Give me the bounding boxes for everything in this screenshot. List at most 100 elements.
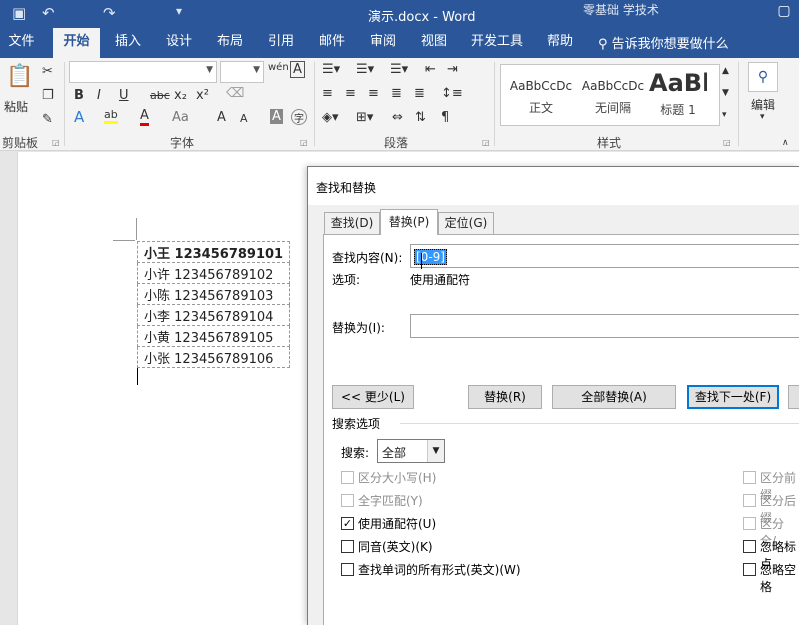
font-name-combo[interactable]: ▼	[69, 61, 217, 83]
chinese-layout-icon[interactable]: ⇔	[392, 110, 403, 125]
collapse-ribbon-icon[interactable]: ∧	[782, 138, 789, 148]
show-marks-icon[interactable]: ¶	[441, 110, 449, 125]
replace-with-input[interactable]	[410, 314, 799, 338]
tell-me-box[interactable]: ⚲ 告诉我你想要做什么	[598, 33, 729, 52]
font-size-combo[interactable]: ▼	[220, 61, 264, 83]
table-cell[interactable]: 小张 123456789106	[136, 346, 291, 368]
clear-format-icon[interactable]: ⌫	[226, 86, 244, 101]
less-button[interactable]: << 更少(L)	[332, 385, 414, 409]
subscript-button[interactable]: x₂	[174, 88, 187, 103]
word-forms-checkbox[interactable]	[341, 563, 354, 576]
phonetic-guide-icon[interactable]: wén	[268, 62, 289, 73]
table-cell[interactable]: 小黄 123456789105	[136, 325, 291, 347]
match-width-checkbox[interactable]	[743, 517, 756, 530]
styles-scroll-up-icon[interactable]: ▲	[722, 66, 729, 76]
font-launcher-icon[interactable]: ◲	[300, 138, 308, 147]
save-icon[interactable]: ▣	[12, 4, 26, 22]
tab-design[interactable]: 设计	[157, 28, 201, 58]
document-table[interactable]: 小王 123456789101 小许 123456789102 小陈 12345…	[136, 241, 291, 368]
tab-goto[interactable]: 定位(G)	[438, 212, 494, 234]
match-suffix-checkbox[interactable]	[743, 494, 756, 507]
cancel-button[interactable]	[788, 385, 799, 409]
restore-ribbon-icon[interactable]: ▢	[773, 3, 795, 21]
justify-icon[interactable]: ≣	[391, 86, 402, 101]
editing-button[interactable]: 编辑	[751, 96, 775, 113]
char-border-icon[interactable]: A	[290, 61, 305, 78]
tab-references[interactable]: 引用	[259, 28, 303, 58]
align-left-icon[interactable]: ≡	[322, 86, 333, 101]
table-cell[interactable]: 小王 123456789101	[136, 241, 291, 263]
match-prefix-checkbox[interactable]	[743, 471, 756, 484]
tab-file[interactable]: 文件	[0, 28, 43, 58]
char-shading-icon[interactable]: A	[270, 109, 283, 124]
tab-replace[interactable]: 替换(P)	[380, 209, 438, 235]
style-normal[interactable]: AaBbCcDc 正文	[505, 69, 577, 125]
ignore-whitespace-checkbox[interactable]	[743, 563, 756, 576]
increase-indent-icon[interactable]: ⇥	[447, 62, 458, 77]
ignore-punctuation-checkbox[interactable]	[743, 540, 756, 553]
tab-help[interactable]: 帮助	[538, 28, 582, 58]
table-cell[interactable]: 小陈 123456789103	[136, 283, 291, 305]
borders-icon[interactable]: ⊞▾	[356, 110, 373, 125]
find-what-input[interactable]: [0-9]	[410, 244, 799, 269]
decrease-indent-icon[interactable]: ⇤	[425, 62, 436, 77]
style-heading-1[interactable]: AaBl 标题 1	[649, 69, 707, 125]
strikethrough-button[interactable]: abc	[150, 89, 170, 102]
tab-view[interactable]: 视图	[412, 28, 456, 58]
underline-button[interactable]: U	[119, 88, 129, 103]
change-case-button[interactable]: Aa	[172, 110, 189, 125]
tab-home[interactable]: 开始	[53, 28, 100, 58]
align-center-icon[interactable]: ≡	[345, 86, 356, 101]
customize-quick-access-icon[interactable]: ▾	[176, 4, 182, 18]
highlight-icon[interactable]: ab	[104, 108, 118, 124]
bold-button[interactable]: B	[74, 88, 84, 103]
redo-icon[interactable]: ↷	[103, 4, 116, 22]
clipboard-launcher-icon[interactable]: ◲	[52, 138, 60, 147]
enclose-char-icon[interactable]: 字	[291, 109, 307, 125]
grow-font-button[interactable]: A	[217, 110, 226, 125]
format-painter-icon[interactable]: ✎	[42, 112, 53, 127]
superscript-button[interactable]: x²	[196, 88, 209, 103]
tab-developer[interactable]: 开发工具	[466, 28, 528, 58]
table-cell[interactable]: 小许 123456789102	[136, 262, 291, 284]
tab-insert[interactable]: 插入	[106, 28, 150, 58]
sort-icon[interactable]: ⇅	[415, 110, 426, 125]
multilevel-list-icon[interactable]: ☰▾	[390, 62, 408, 77]
dialog-title-bar[interactable]: 查找和替换	[308, 167, 799, 205]
distributed-icon[interactable]: ≣	[414, 86, 425, 101]
line-spacing-icon[interactable]: ↕≡	[441, 86, 463, 101]
font-color-icon[interactable]: A	[140, 108, 149, 126]
align-right-icon[interactable]: ≡	[368, 86, 379, 101]
search-direction-select[interactable]: 全部 ▼	[377, 439, 445, 463]
bullets-icon[interactable]: ☰▾	[322, 62, 340, 77]
replace-all-button[interactable]: 全部替换(A)	[552, 385, 676, 409]
style-no-spacing[interactable]: AaBbCcDc 无间隔	[577, 69, 649, 125]
match-case-checkbox[interactable]	[341, 471, 354, 484]
copy-icon[interactable]: ❐	[42, 88, 54, 103]
paragraph-launcher-icon[interactable]: ◲	[482, 138, 490, 147]
tab-find[interactable]: 查找(D)	[324, 212, 380, 234]
styles-more-icon[interactable]: ▾	[722, 110, 727, 120]
find-next-button[interactable]: 查找下一处(F)	[687, 385, 779, 409]
paste-icon[interactable]: 📋	[6, 64, 33, 89]
replace-button[interactable]: 替换(R)	[468, 385, 542, 409]
paste-button[interactable]: 粘贴	[4, 98, 28, 115]
sounds-like-checkbox[interactable]	[341, 540, 354, 553]
italic-button[interactable]: I	[97, 88, 101, 103]
table-cell[interactable]: 小李 123456789104	[136, 304, 291, 326]
find-icon[interactable]: ⚲	[748, 62, 778, 92]
cut-icon[interactable]: ✂	[42, 64, 53, 79]
whole-word-checkbox[interactable]	[341, 494, 354, 507]
chevron-down-icon[interactable]: ▾	[760, 112, 765, 122]
styles-launcher-icon[interactable]: ◲	[723, 138, 731, 147]
tab-layout[interactable]: 布局	[208, 28, 252, 58]
numbering-icon[interactable]: ☰▾	[356, 62, 374, 77]
wildcards-checkbox[interactable]: ✓	[341, 517, 354, 530]
shrink-font-button[interactable]: A	[240, 112, 248, 125]
text-effects-icon[interactable]: A	[74, 108, 84, 126]
undo-icon[interactable]: ↶	[42, 4, 55, 22]
styles-scroll-down-icon[interactable]: ▼	[722, 88, 729, 98]
tab-review[interactable]: 审阅	[361, 28, 405, 58]
shading-icon[interactable]: ◈▾	[322, 110, 339, 125]
tab-mailings[interactable]: 邮件	[310, 28, 354, 58]
